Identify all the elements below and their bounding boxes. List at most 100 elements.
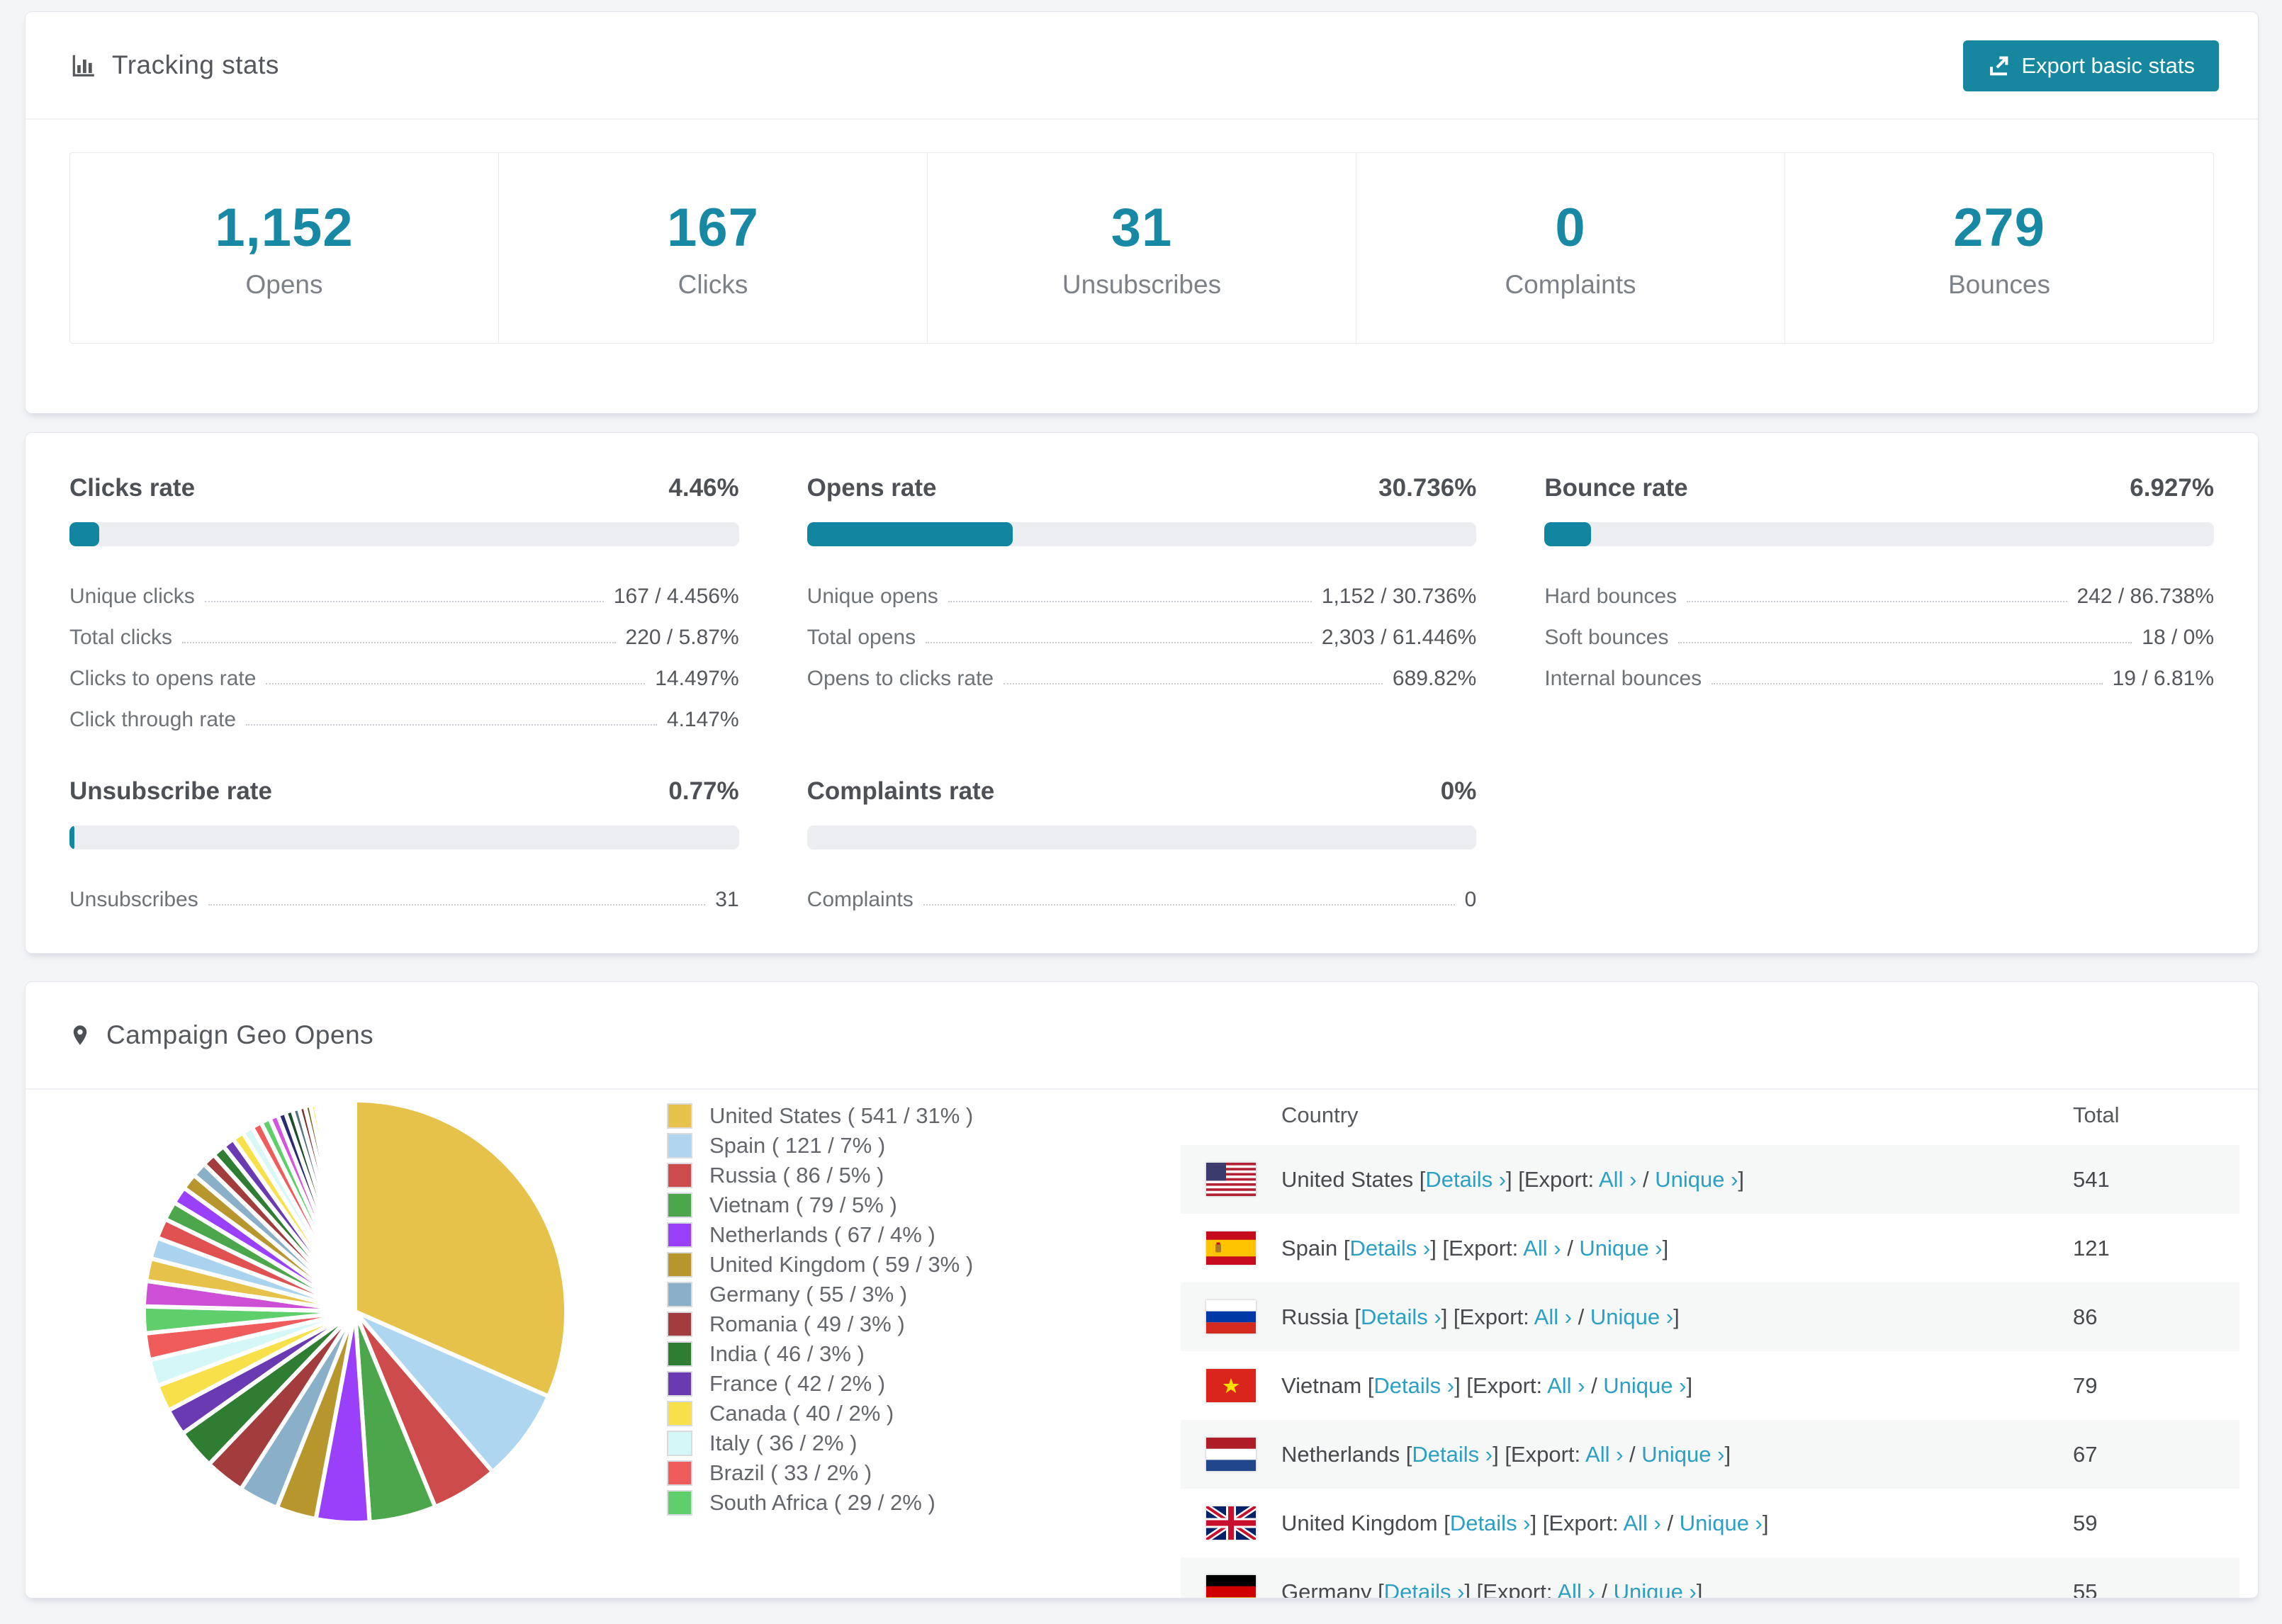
export-unique-link[interactable]: Unique › — [1579, 1236, 1662, 1261]
rate-detail-label: Total opens — [806, 626, 916, 649]
legend-item: United Kingdom ( 59 / 3% ) — [667, 1250, 973, 1280]
legend-item: Russia ( 86 / 5% ) — [667, 1161, 973, 1190]
export-all-link[interactable]: All › — [1585, 1442, 1623, 1467]
country-name: Netherlands — [1281, 1441, 1400, 1467]
progress-bar-fill — [806, 522, 1013, 546]
geo-country-cell: Spain [Details ›] [Export: All › / Uniqu… — [1181, 1231, 2073, 1265]
geo-opens-title-text: Campaign Geo Opens — [106, 1020, 374, 1049]
legend-label: Brazil ( 33 / 2% ) — [709, 1460, 872, 1485]
rate-detail-row: Unsubscribes 31 — [69, 871, 739, 912]
rate-detail-label: Total clicks — [69, 626, 173, 649]
geo-total-cell: 67 — [2073, 1441, 2098, 1467]
legend-item: India ( 46 / 3% ) — [667, 1339, 973, 1369]
details-link[interactable]: Details › — [1425, 1167, 1506, 1192]
rate-detail-label: Unique opens — [806, 585, 938, 608]
legend-label: Russia ( 86 / 5% ) — [709, 1163, 884, 1188]
country-name: Germany — [1281, 1579, 1372, 1598]
geo-total-cell: 121 — [2073, 1235, 2110, 1261]
rate-detail-row: Complaints 0 — [807, 871, 1477, 912]
geo-total-cell: 79 — [2073, 1372, 2098, 1398]
details-link[interactable]: Details › — [1350, 1236, 1431, 1261]
export-all-link[interactable]: All › — [1547, 1373, 1585, 1398]
rate-detail-value: 1,152 / 30.736% — [1321, 585, 1477, 608]
rate-title: Complaints rate — [806, 777, 995, 805]
details-link[interactable]: Details › — [1412, 1442, 1493, 1467]
geo-table-row: United Kingdom [Details ›] [Export: All … — [1181, 1489, 2239, 1557]
legend-swatch-icon — [667, 1490, 692, 1516]
stat-box-clicks: 167 Clicks — [499, 153, 928, 343]
country-name: Vietnam — [1281, 1372, 1362, 1398]
rate-head: Complaints rate 0% — [807, 777, 1477, 806]
tracking-stats-title-text: Tracking stats — [112, 50, 279, 79]
rate-detail-row: Click through rate 4.147% — [69, 691, 739, 732]
rate-detail-row: Opens to clicks rate 689.82% — [807, 650, 1477, 691]
stat-label: Bounces — [1948, 269, 2050, 299]
geo-table-header-total: Total — [2073, 1102, 2120, 1127]
export-all-link[interactable]: All › — [1557, 1579, 1595, 1598]
rate-detail-value: 18 / 0% — [2142, 626, 2214, 649]
rate-detail-value: 31 — [715, 888, 739, 911]
flag-es-icon — [1206, 1231, 1256, 1265]
stat-value: 279 — [1953, 197, 2045, 258]
geo-total-cell: 86 — [2073, 1304, 2098, 1329]
details-link[interactable]: Details › — [1373, 1373, 1454, 1398]
progress-bar-fill — [69, 825, 75, 850]
export-unique-link[interactable]: Unique › — [1614, 1579, 1697, 1598]
export-unique-link[interactable]: Unique › — [1603, 1373, 1686, 1398]
rate-head: Clicks rate 4.46% — [69, 474, 739, 502]
rate-title: Opens rate — [806, 474, 937, 502]
legend-swatch-icon — [667, 1341, 692, 1367]
export-all-link[interactable]: All › — [1523, 1236, 1561, 1261]
legend-label: United States ( 541 / 31% ) — [709, 1103, 974, 1128]
rate-detail-label: Click through rate — [69, 708, 237, 731]
map-pin-icon — [73, 1025, 87, 1045]
tracking-stats-header: Tracking stats — [26, 12, 2258, 120]
rate-detail-label: Unsubscribes — [69, 888, 198, 911]
export-unique-link[interactable]: Unique › — [1655, 1167, 1738, 1192]
geo-table-row: Germany [Details ›] [Export: All › / Uni… — [1181, 1557, 2239, 1598]
details-link[interactable]: Details › — [1361, 1304, 1441, 1329]
legend-item: France ( 42 / 2% ) — [667, 1369, 973, 1399]
geo-country-cell: Germany [Details ›] [Export: All › / Uni… — [1181, 1575, 2073, 1598]
bar-chart-icon — [72, 55, 94, 77]
export-basic-stats-label: Export basic stats — [2021, 53, 2195, 78]
export-unique-link[interactable]: Unique › — [1641, 1442, 1724, 1467]
stat-box-complaints: 0 Complaints — [1356, 153, 1785, 343]
flag-gb-icon — [1206, 1506, 1256, 1540]
legend-label: France ( 42 / 2% ) — [709, 1371, 886, 1396]
geo-legend: United States ( 541 / 31% ) Spain ( 121 … — [667, 1101, 973, 1518]
rate-title: Clicks rate — [69, 474, 196, 502]
progress-bar — [1544, 522, 2214, 546]
rate-block: Clicks rate 4.46% Unique clicks 167 / 4.… — [69, 474, 739, 732]
geo-table-row: Vietnam [Details ›] [Export: All › / Uni… — [1181, 1351, 2239, 1420]
export-unique-link[interactable]: Unique › — [1590, 1304, 1673, 1329]
rate-detail-value: 689.82% — [1392, 667, 1477, 690]
details-link[interactable]: Details › — [1450, 1511, 1531, 1535]
export-all-link[interactable]: All › — [1534, 1304, 1572, 1329]
legend-item: Germany ( 55 / 3% ) — [667, 1280, 973, 1309]
legend-item: Vietnam ( 79 / 5% ) — [667, 1190, 973, 1220]
export-icon — [1990, 56, 2008, 76]
legend-label: Italy ( 36 / 2% ) — [709, 1431, 858, 1455]
geo-country-cell: Vietnam [Details ›] [Export: All › / Uni… — [1181, 1369, 2073, 1402]
country-name: United States — [1281, 1166, 1414, 1192]
geo-opens-title: Campaign Geo Opens — [69, 1020, 373, 1050]
flag-ru-icon — [1206, 1300, 1256, 1333]
details-link[interactable]: Details › — [1384, 1579, 1465, 1598]
geo-table-body: United States [Details ›] [Export: All ›… — [1181, 1145, 2239, 1598]
rate-detail-value: 19 / 6.81% — [2112, 667, 2214, 690]
rate-detail-row: Internal bounces 19 / 6.81% — [1544, 650, 2214, 691]
export-all-link[interactable]: All › — [1599, 1167, 1636, 1192]
export-basic-stats-button[interactable]: Export basic stats — [1963, 40, 2219, 91]
geo-table-header-country: Country — [1281, 1102, 1359, 1127]
export-unique-link[interactable]: Unique › — [1680, 1511, 1763, 1535]
flag-vn-icon — [1206, 1369, 1256, 1402]
rate-value: 0% — [1440, 777, 1477, 805]
stat-value: 1,152 — [215, 197, 354, 258]
country-name: United Kingdom — [1281, 1510, 1438, 1535]
rate-block: Bounce rate 6.927% Hard bounces 242 / 86… — [1544, 474, 2214, 691]
export-all-link[interactable]: All › — [1623, 1511, 1660, 1535]
legend-label: South Africa ( 29 / 2% ) — [709, 1490, 935, 1515]
progress-bar — [806, 522, 1477, 546]
legend-item: South Africa ( 29 / 2% ) — [667, 1488, 973, 1518]
